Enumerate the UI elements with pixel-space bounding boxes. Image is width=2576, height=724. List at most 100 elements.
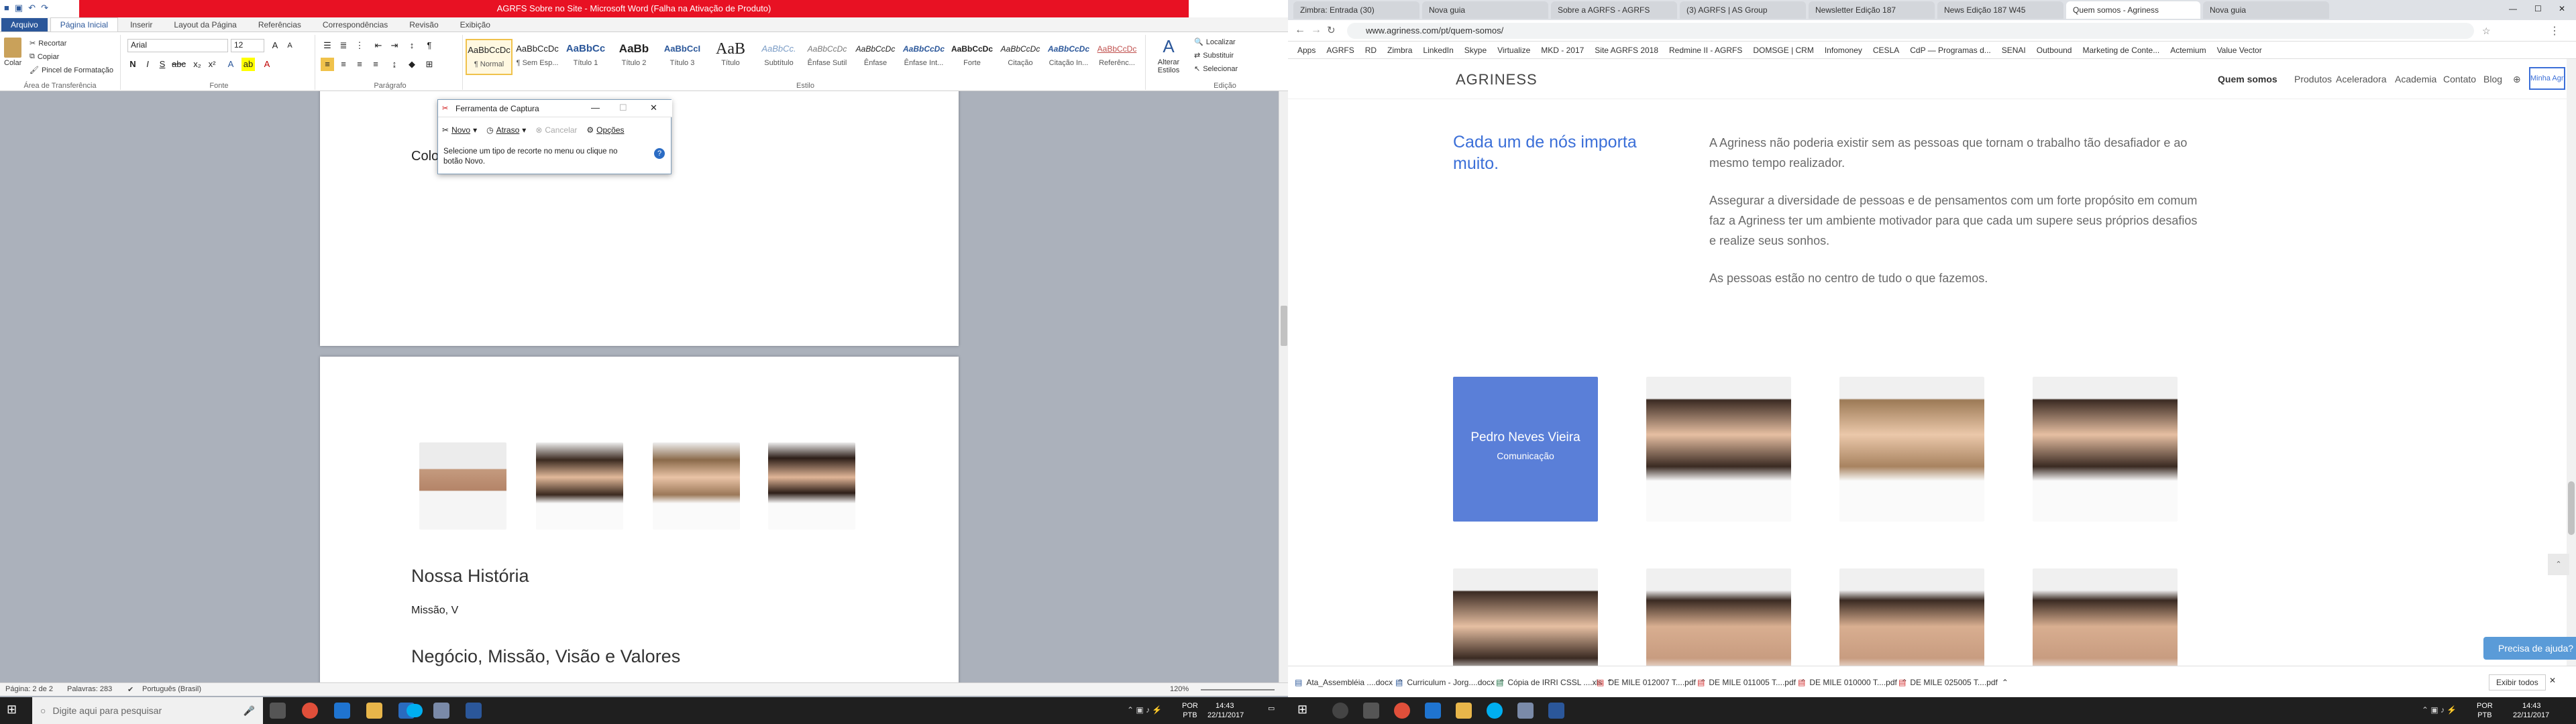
minimize-icon[interactable]: — (2509, 4, 2517, 13)
select-button[interactable]: ↖ Selecionar (1194, 64, 1238, 74)
microphone-icon[interactable]: 🎤 (244, 705, 255, 717)
new-snip-button[interactable]: ✂ Novo ▾ (442, 125, 477, 135)
taskbar-search[interactable]: ○ Digite aqui para pesquisar 🎤 (32, 697, 263, 724)
delay-button[interactable]: ◷ Atraso ▾ (486, 125, 526, 135)
taskbar-date[interactable]: 22/11/2017 (2513, 711, 2549, 720)
close-icon[interactable]: ✕ (650, 103, 657, 113)
team-card[interactable] (1453, 568, 1598, 666)
tray-icons[interactable]: ⌃ ▣ ♪ ⚡ (1127, 705, 1162, 715)
sort-icon[interactable]: ↕ (405, 39, 419, 52)
team-photo[interactable] (536, 442, 623, 530)
tab-review[interactable]: Revisão (400, 18, 447, 32)
word-app-icon[interactable]: ■ (4, 3, 9, 13)
team-card-hovered[interactable]: Pedro Neves Vieira Comunicação (1453, 377, 1598, 522)
skype-icon[interactable] (1487, 703, 1503, 719)
maximize-icon[interactable]: ☐ (619, 103, 627, 113)
tab-view[interactable]: Exibição (451, 18, 500, 32)
bookmark-item[interactable]: Virtualize (1497, 46, 1530, 55)
nav-about[interactable]: Quem somos (2218, 74, 2277, 84)
tab-home[interactable]: Página Inicial (50, 17, 119, 32)
show-all-downloads-button[interactable]: Exibir todos (2489, 674, 2546, 690)
show-marks-icon[interactable]: ¶ (423, 39, 436, 52)
chrome-tab[interactable]: News Edição 187 W45 (1937, 1, 2063, 19)
save-icon[interactable]: ▣ (15, 3, 23, 13)
zoom-level[interactable]: 120% (1170, 685, 1189, 693)
input-language[interactable]: POR PTB (2477, 701, 2493, 720)
redo-icon[interactable]: ↷ (41, 3, 48, 13)
bold-button[interactable]: N (126, 58, 140, 71)
input-language[interactable]: POR PTB (1182, 701, 1198, 720)
decrease-indent-icon[interactable]: ⇤ (372, 39, 385, 52)
task-view-icon[interactable] (270, 703, 286, 719)
menu-icon[interactable]: ⋮ (2549, 24, 2560, 38)
zoom-slider[interactable] (1201, 689, 1275, 690)
subscript-button[interactable]: x₂ (191, 58, 204, 71)
bookmark-item[interactable]: AGRFS (1326, 46, 1354, 55)
shading-icon[interactable]: ◆ (405, 58, 419, 71)
style-title[interactable]: AaB Título (707, 39, 754, 75)
maximize-icon[interactable]: ☐ (1238, 0, 1247, 17)
change-styles-button[interactable]: A Alterar Estilos (1150, 36, 1187, 74)
italic-button[interactable]: I (141, 58, 154, 71)
chrome-icon[interactable] (1394, 703, 1410, 719)
style-heading2[interactable]: AaBb Título 2 (610, 39, 657, 75)
bookmark-item[interactable]: Apps (1297, 46, 1316, 55)
copy-button[interactable]: ⧉ Copiar (30, 52, 59, 61)
chrome-tab[interactable]: Zimbra: Entrada (30) (1293, 1, 1419, 19)
taskbar-time[interactable]: 14:43 (1216, 701, 1234, 711)
nav-products[interactable]: Produtos (2294, 74, 2332, 84)
style-subtle-emphasis[interactable]: AaBbCcDc Ênfase Sutil (804, 39, 851, 75)
notifications-icon[interactable]: ▭ (1268, 704, 1275, 713)
edge-icon[interactable] (334, 703, 350, 719)
download-item[interactable]: ▤ DE MILE 010000 T....pdf ⌃ (1798, 674, 1908, 690)
find-button[interactable]: 🔍 Localizar (1194, 38, 1236, 47)
bookmark-item[interactable]: RD (1365, 46, 1377, 55)
file-explorer-icon[interactable] (1456, 703, 1472, 719)
back-icon[interactable]: ← (1295, 24, 1305, 36)
status-language[interactable]: Português (Brasil) (142, 685, 201, 693)
team-card[interactable] (1839, 377, 1984, 522)
download-item[interactable]: ▤ Ata_Assembléia ....docx ⌃ (1295, 674, 1403, 690)
tab-insert[interactable]: Inserir (121, 18, 162, 32)
skype-icon[interactable] (407, 704, 423, 717)
tray-icons[interactable]: ⌃ ▣ ♪ ⚡ (2422, 705, 2457, 715)
align-right-icon[interactable]: ≡ (353, 58, 366, 71)
bookmark-item[interactable]: DOMSGE | CRM (1753, 46, 1813, 55)
bookmark-item[interactable]: LinkedIn (1423, 46, 1453, 55)
snipping-tool-taskbar-icon[interactable] (1517, 703, 1534, 719)
strikethrough-button[interactable]: abc (172, 58, 186, 71)
align-center-icon[interactable]: ≡ (337, 58, 350, 71)
shrink-font-button[interactable]: A (283, 39, 297, 52)
cut-button[interactable]: ✂ Recortar (30, 39, 66, 48)
tab-page-layout[interactable]: Layout da Página (164, 18, 246, 32)
style-heading1[interactable]: AaBbCc Título 1 (562, 39, 609, 75)
style-quote[interactable]: AaBbCcDc Citação (997, 39, 1044, 75)
help-icon[interactable]: ? (654, 148, 665, 159)
minimize-icon[interactable]: — (591, 103, 600, 113)
grow-font-button[interactable]: A (268, 39, 282, 52)
team-photo[interactable] (768, 442, 855, 530)
search-icon[interactable] (1332, 703, 1348, 719)
team-card[interactable] (1839, 568, 1984, 666)
bookmark-item[interactable]: SENAI (2002, 46, 2026, 55)
chrome-tab-active[interactable]: Quem somos - Agriness (2066, 1, 2200, 19)
download-item[interactable]: ▤ DE MILE 025005 T....pdf ⌃ (1898, 674, 2008, 690)
style-heading3[interactable]: AaBbCcI Título 3 (659, 39, 706, 75)
bookmark-item[interactable]: Value Vector (2217, 46, 2262, 55)
text-effects-button[interactable]: A (224, 58, 237, 71)
style-intense-quote[interactable]: AaBbCcDc Citação In... (1045, 39, 1092, 75)
download-item[interactable]: ▤ DE MILE 011005 T....pdf ⌃ (1697, 674, 1807, 690)
font-name-select[interactable]: Arial (127, 39, 228, 52)
taskbar-date[interactable]: 22/11/2017 (1208, 711, 1244, 720)
windows-start-icon[interactable]: ⊞ (7, 703, 17, 717)
bookmark-item[interactable]: Infomoney (1825, 46, 1862, 55)
paste-button[interactable]: Colar (4, 38, 21, 67)
team-card[interactable] (2033, 377, 2178, 522)
tab-references[interactable]: Referências (249, 18, 311, 32)
document-area[interactable]: Colo Nossa História Missão, V Negócio, M… (0, 91, 1279, 682)
bookmark-item[interactable]: CESLA (1873, 46, 1899, 55)
team-card[interactable] (1646, 377, 1791, 522)
forward-icon[interactable]: → (1311, 24, 1322, 36)
style-intense-emphasis[interactable]: AaBbCcDc Ênfase Int... (900, 39, 947, 75)
align-left-icon[interactable]: ≡ (321, 58, 334, 71)
